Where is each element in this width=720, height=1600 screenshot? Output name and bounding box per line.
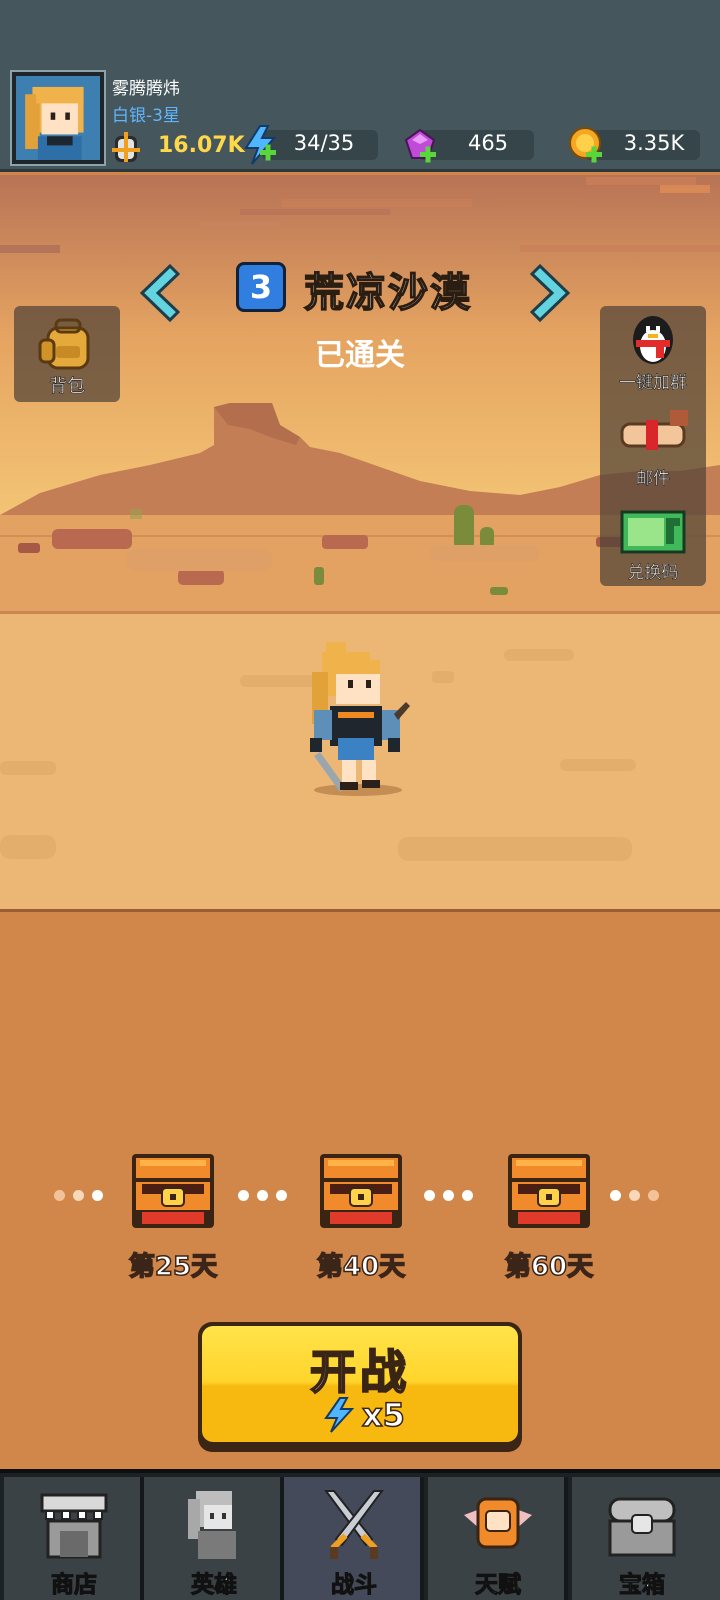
- join-group-button[interactable]: 一键加群: [600, 306, 706, 396]
- nav-tab-talent[interactable]: 天赋: [428, 1477, 568, 1600]
- start-battle-button[interactable]: 开战 x5: [198, 1322, 522, 1452]
- stage-number-badge: 3: [236, 262, 286, 312]
- mail-button[interactable]: 邮件: [600, 402, 706, 492]
- start-battle-label: 开战: [309, 1344, 410, 1400]
- redeem-ticket-icon: [620, 510, 686, 554]
- progress-dots: [54, 1186, 111, 1201]
- treasure-chest-icon: [608, 1497, 676, 1557]
- nav-tab-shop-label: 商店: [51, 1572, 98, 1599]
- day-chest-icon[interactable]: [506, 1150, 592, 1232]
- nav-tab-hero[interactable]: 英雄: [144, 1477, 284, 1600]
- side-menu-panel: 一键加群 邮件 兑换码: [600, 306, 706, 586]
- combat-power-icon: [112, 132, 140, 162]
- nav-tab-chest[interactable]: 宝箱: [572, 1477, 720, 1600]
- progress-dots: [610, 1186, 667, 1201]
- stage-name: 荒凉沙漠: [303, 269, 472, 317]
- lightning-icon: [324, 1397, 355, 1433]
- progress-dots: [424, 1186, 481, 1201]
- coins-value: 3.35K: [623, 131, 685, 155]
- chest-day-label: 第25天: [128, 1251, 218, 1283]
- hero-portrait-icon: [16, 76, 100, 160]
- progress-dots: [238, 1186, 295, 1201]
- top-status-bar: 雾腾腾炜 白银-3星 16.07K 34/35 465 3.35K: [0, 0, 720, 172]
- redeem-code-button[interactable]: 兑换码: [600, 496, 706, 586]
- nav-tab-battle[interactable]: 战斗: [284, 1477, 424, 1600]
- day-chest-icon[interactable]: [130, 1150, 216, 1232]
- chest-day-label: 第40天: [316, 1251, 406, 1283]
- stage-status: 已通关: [315, 338, 405, 373]
- mail-scroll-icon: [620, 410, 688, 450]
- start-battle-button-face: 开战 x5: [202, 1326, 518, 1442]
- gems-value: 465: [467, 131, 509, 155]
- hero-sprite[interactable]: [300, 642, 420, 802]
- shop-icon: [40, 1493, 108, 1559]
- combat-power-value: 16.07K: [158, 133, 245, 158]
- hero-icon: [188, 1491, 236, 1559]
- bag-label: 背包: [49, 376, 86, 398]
- player-rank: 白银-3星: [112, 106, 180, 126]
- backpack-icon: [38, 318, 90, 370]
- qq-penguin-icon: [633, 316, 673, 364]
- previous-stage-arrow-icon[interactable]: [136, 262, 180, 324]
- chest-day-label: 第60天: [504, 1251, 594, 1283]
- start-battle-cost: x5: [361, 1395, 405, 1435]
- nav-tab-hero-label: 英雄: [191, 1572, 238, 1599]
- day-chest-icon[interactable]: [318, 1150, 404, 1232]
- nav-tab-battle-label: 战斗: [331, 1572, 378, 1599]
- next-stage-arrow-icon[interactable]: [530, 262, 574, 324]
- player-name: 雾腾腾炜: [112, 79, 180, 99]
- purple-gem-plus-icon[interactable]: [400, 124, 440, 166]
- talent-fist-icon: [464, 1497, 532, 1549]
- bag-button[interactable]: 背包: [14, 306, 120, 402]
- gold-coin-plus-icon[interactable]: [566, 124, 606, 166]
- player-avatar[interactable]: [10, 70, 106, 166]
- crossed-swords-icon: [324, 1490, 384, 1559]
- bottom-navigation: 商店 英雄 战斗 天赋 宝箱: [0, 1469, 720, 1600]
- nav-tab-shop[interactable]: 商店: [4, 1477, 144, 1600]
- energy-value: 34/35: [293, 131, 355, 155]
- redeem-code-label: 兑换码: [627, 563, 679, 584]
- nav-tab-talent-label: 天赋: [475, 1572, 522, 1599]
- mail-label: 邮件: [636, 469, 671, 490]
- join-group-label: 一键加群: [619, 373, 688, 394]
- nav-tab-chest-label: 宝箱: [619, 1572, 666, 1599]
- lightning-plus-icon[interactable]: [240, 124, 280, 166]
